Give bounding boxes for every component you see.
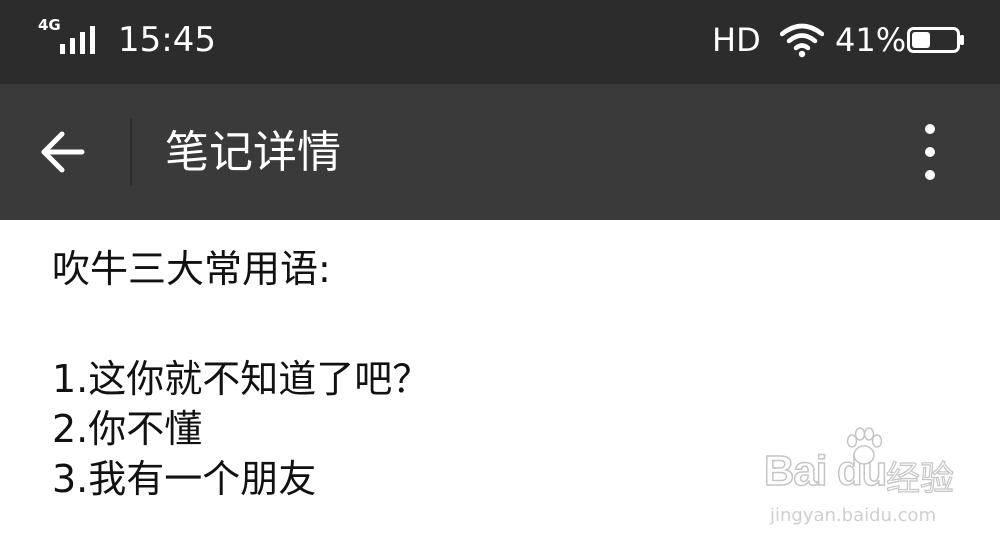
app-bar: 笔记详情 [0, 84, 1000, 220]
status-time: 15:45 [118, 20, 216, 60]
battery-fill [912, 32, 930, 48]
signal-bar [60, 44, 65, 54]
signal-bar [90, 26, 95, 54]
signal-bar [80, 32, 85, 54]
baidu-jingyan-watermark: Bai du 经验 jingyan.baidu.com [762, 425, 962, 526]
more-options-button[interactable] [906, 118, 954, 186]
battery-percent: 41% [835, 21, 907, 59]
note-item: 3.我有一个朋友 [52, 457, 317, 501]
note-item: 1.这你就不知道了吧？ [52, 357, 431, 401]
note-item: 2.你不懂 [52, 407, 203, 451]
watermark-label: 经验 [885, 458, 954, 499]
status-bar: 4G 15:45 HD 41% [0, 0, 1000, 84]
more-vertical-icon [925, 124, 935, 134]
more-vertical-icon-dot [925, 147, 935, 157]
back-button[interactable] [28, 122, 96, 182]
battery-icon [907, 27, 964, 53]
back-arrow-icon [41, 131, 85, 173]
more-vertical-icon-dot [925, 170, 935, 180]
note-heading: 吹牛三大常用语: [52, 247, 331, 291]
signal-bar [70, 38, 75, 54]
page-title: 笔记详情 [165, 127, 341, 178]
network-type-label: 4G [38, 16, 61, 34]
app-bar-divider [130, 119, 132, 185]
paw-icon [846, 427, 883, 465]
watermark-url: jingyan.baidu.com [770, 505, 937, 526]
hd-label: HD [712, 21, 761, 59]
signal-icon: 4G [38, 18, 108, 58]
wifi-icon [780, 23, 824, 58]
